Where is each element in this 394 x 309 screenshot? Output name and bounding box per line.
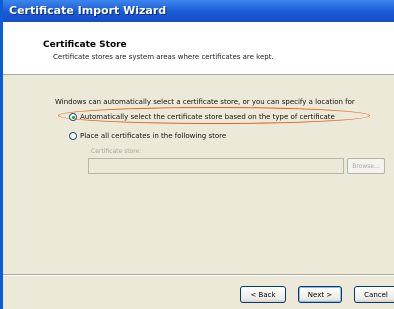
next-button[interactable]: Next > [298, 286, 342, 303]
auto-select-label: Automatically select the certificate sto… [80, 113, 335, 121]
certificate-import-wizard-window: Certificate Import Wizard Certificate St… [0, 0, 394, 309]
certificate-store-field [88, 158, 344, 174]
wizard-body: Windows can automatically select a certi… [3, 75, 394, 271]
auto-select-radio[interactable] [69, 113, 77, 121]
place-in-store-radio[interactable] [69, 132, 77, 140]
footer-divider [3, 274, 394, 276]
place-in-store-option[interactable]: Place all certificates in the following … [69, 132, 226, 140]
wizard-header: Certificate Store Certificate stores are… [3, 22, 394, 75]
place-in-store-label: Place all certificates in the following … [80, 132, 227, 140]
auto-select-store-option[interactable]: Automatically select the certificate sto… [69, 113, 335, 121]
page-description: Certificate stores are system areas wher… [53, 53, 274, 61]
cancel-button[interactable]: Cancel [354, 286, 394, 303]
back-button[interactable]: < Back [240, 286, 286, 303]
browse-button: Browse... [347, 158, 385, 174]
certificate-store-label: Certificate store: [91, 148, 142, 155]
page-title: Certificate Store [43, 40, 127, 50]
title-bar[interactable]: Certificate Import Wizard [3, 0, 394, 22]
window-title: Certificate Import Wizard [9, 4, 167, 17]
intro-text: Windows can automatically select a certi… [55, 98, 355, 106]
